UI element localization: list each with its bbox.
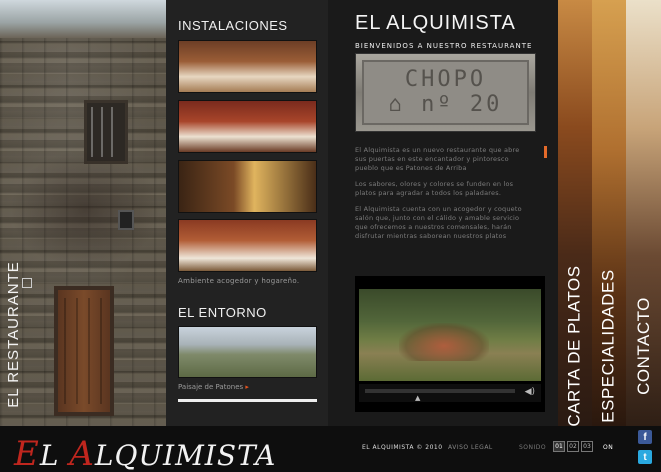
gallery-thumb[interactable]	[178, 40, 317, 93]
wall-lamp	[118, 210, 134, 230]
footer: EL ALQUIMISTA EL ALQUIMISTA © 2010 AVISO…	[0, 426, 661, 472]
gallery-column: INSTALACIONES Ambiente acogedor y hogare…	[166, 0, 331, 426]
content-column: EL ALQUIMISTA BIENVENIDOS A NUESTRO REST…	[328, 0, 558, 426]
sign-line-1: CHOPO	[404, 67, 487, 93]
gallery-thumb[interactable]	[178, 160, 317, 213]
nav-especialidades[interactable]: ESPECIALIDADES	[592, 0, 626, 426]
roof	[0, 0, 166, 38]
sound-track-button[interactable]: 02	[567, 441, 579, 452]
page-subtitle: BIENVENIDOS A NUESTRO RESTAURANTE	[355, 42, 533, 50]
legal-link[interactable]: AVISO LEGAL	[448, 444, 493, 451]
sound-track-selector: 01 02 03	[553, 441, 593, 452]
intro-text: El Alquimista es un nuevo restaurante qu…	[355, 146, 531, 248]
nav-carta-label: CARTA DE PLATOS	[565, 265, 584, 426]
entorno-title: EL ENTORNO	[178, 305, 267, 320]
video-player[interactable]: ▲ ◀)	[355, 276, 545, 412]
gallery-thumb[interactable]	[178, 219, 317, 272]
site-logo[interactable]: EL ALQUIMISTA	[14, 434, 276, 472]
intro-paragraph: El Alquimista es un nuevo restaurante qu…	[355, 146, 520, 172]
play-icon[interactable]: ▲	[415, 394, 420, 402]
instalaciones-title: INSTALACIONES	[178, 18, 288, 33]
nav-contacto-label: CONTACTO	[633, 297, 653, 395]
video-progress[interactable]	[365, 389, 515, 393]
intro-paragraph: El Alquimista cuenta con un acogedor y c…	[355, 204, 522, 240]
facebook-icon[interactable]: f	[638, 430, 652, 444]
sound-toggle[interactable]: ON	[603, 444, 613, 451]
entorno-caption-link[interactable]: Paisaje de Patones ▸	[178, 383, 249, 391]
sound-label: SONIDO	[519, 444, 547, 451]
arrow-right-icon: ▸	[245, 383, 249, 391]
entorno-caption: Paisaje de Patones	[178, 383, 244, 391]
logo-part-2: LQUIMISTA	[94, 439, 277, 472]
twitter-icon[interactable]: t	[638, 450, 652, 464]
gallery-thumb[interactable]	[178, 100, 317, 153]
page: EL RESTAURANTE INSTALACIONES Ambiente ac…	[0, 0, 661, 426]
copyright: EL ALQUIMISTA © 2010	[362, 444, 443, 451]
nav-contacto[interactable]: CONTACTO	[626, 0, 661, 426]
nav-carta-de-platos[interactable]: CARTA DE PLATOS	[558, 0, 592, 426]
scrollbar-handle[interactable]	[544, 146, 547, 158]
entorno-thumb[interactable]	[178, 326, 317, 378]
tree-branches	[10, 150, 160, 270]
scroll-track[interactable]	[178, 399, 317, 402]
wooden-door	[54, 286, 114, 416]
video-controls: ▲ ◀)	[359, 384, 541, 402]
volume-icon[interactable]: ◀)	[525, 387, 535, 397]
logo-part-1: L	[39, 439, 70, 472]
nav-el-restaurante[interactable]: EL RESTAURANTE	[2, 254, 24, 414]
nav-especialidades-label: ESPECIALIDADES	[599, 269, 619, 423]
logo-cap-a: A	[69, 434, 95, 472]
video-frame[interactable]	[359, 289, 541, 381]
intro-paragraph: Los sabores, olores y colores se funden …	[355, 179, 514, 197]
instalaciones-caption: Ambiente acogedor y hogareño.	[178, 277, 300, 285]
sign-line-2: ⌂ nº 20	[388, 91, 503, 117]
sound-track-button[interactable]: 03	[581, 441, 593, 452]
page-title: EL ALQUIMISTA	[355, 12, 516, 34]
sign-plate: CHOPO ⌂ nº 20	[362, 60, 529, 125]
restaurant-facade-photo[interactable]: EL RESTAURANTE	[0, 0, 166, 426]
logo-cap-e: E	[14, 434, 40, 472]
street-sign-photo: CHOPO ⌂ nº 20	[355, 53, 536, 132]
nav-el-restaurante-label: EL RESTAURANTE	[4, 260, 22, 408]
sound-track-button[interactable]: 01	[553, 441, 565, 452]
